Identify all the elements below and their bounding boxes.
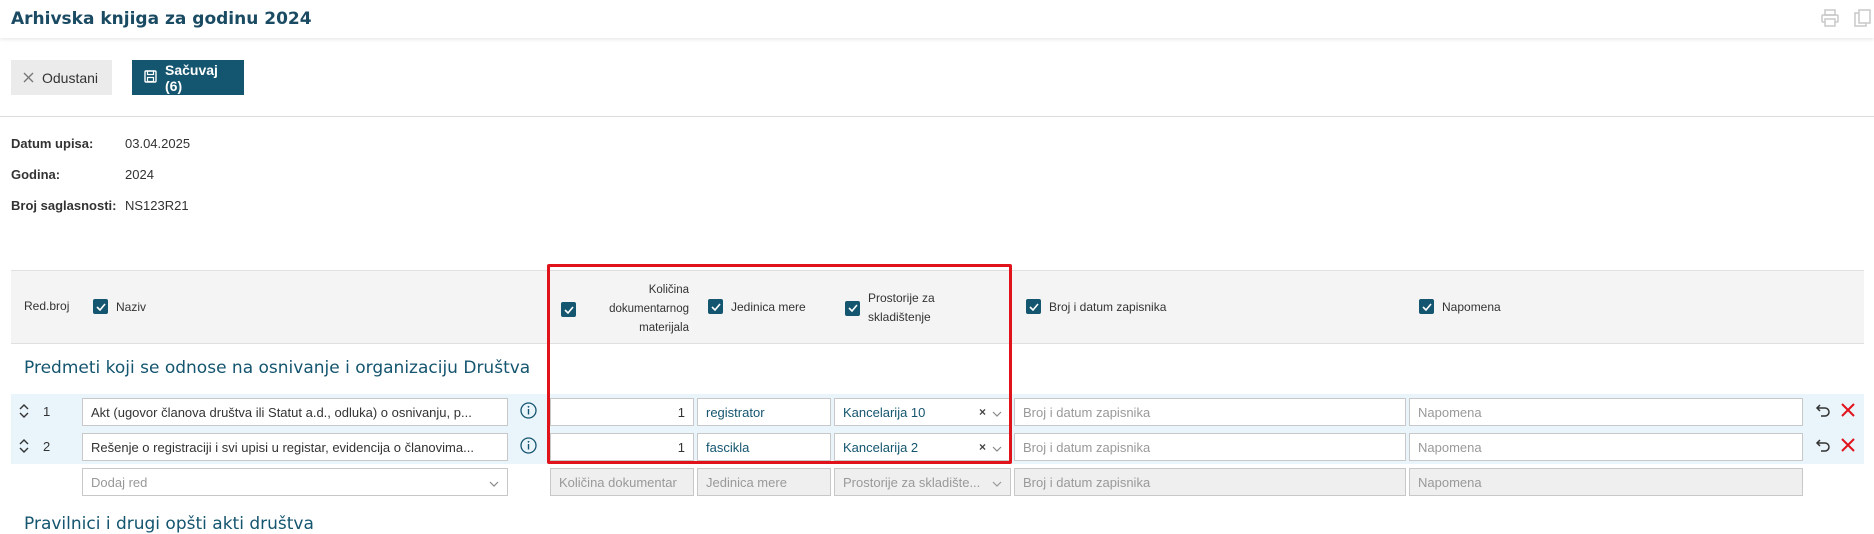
napomena-input[interactable]: Napomena (1409, 398, 1803, 426)
delete-icon[interactable] (1840, 437, 1856, 453)
kolicina-input[interactable]: 1 (550, 433, 694, 461)
add-row-prostorije: Prostorije za skladište... (834, 468, 1011, 496)
naziv-value: Rešenje o registraciji i svi upisi u reg… (91, 439, 474, 455)
save-button[interactable]: Sačuvaj (6) (132, 60, 244, 95)
prostorije-select[interactable]: Kancelarija 10 × (834, 398, 1011, 426)
info-label: Broj saglasnosti: (11, 198, 117, 213)
clear-icon[interactable]: × (979, 440, 986, 454)
chevron-down-icon (992, 477, 1002, 487)
kolicina-placeholder: Količina dokumentar (559, 474, 677, 490)
column-header-red-broj: Red.broj (24, 299, 69, 313)
checkbox-checked-icon[interactable] (1026, 299, 1041, 314)
broj-datum-input[interactable]: Broj i datum zapisnika (1014, 433, 1406, 461)
naziv-value: Akt (ugovor članova društva ili Statut a… (91, 404, 472, 420)
column-header-naziv: Naziv (93, 299, 146, 314)
napomena-placeholder: Napomena (1418, 439, 1482, 455)
naziv-select[interactable]: Akt (ugovor članova društva ili Statut a… (82, 398, 508, 426)
column-header-napomena: Napomena (1419, 299, 1501, 314)
grid-header: Red.broj Naziv Količina dokumentarnog ma… (11, 270, 1864, 344)
broj-datum-placeholder: Broj i datum zapisnika (1023, 404, 1151, 420)
checkbox-checked-icon[interactable] (845, 300, 860, 316)
row-number: 2 (43, 439, 51, 454)
broj-datum-input[interactable]: Broj i datum zapisnika (1014, 398, 1406, 426)
prostorije-placeholder: Prostorije za skladište... (843, 474, 981, 490)
info-label: Godina: (11, 167, 61, 182)
jedinica-mere-input[interactable]: registrator (697, 398, 831, 426)
add-row-napomena: Napomena (1409, 468, 1803, 496)
checkbox-checked-icon[interactable] (708, 299, 723, 314)
action-toolbar: Odustani Sačuvaj (6) (11, 60, 244, 95)
broj-datum-placeholder: Broj i datum zapisnika (1023, 474, 1151, 490)
copy-icon[interactable] (1854, 9, 1874, 27)
jedinica-mere-value: registrator (706, 404, 765, 420)
clear-icon[interactable]: × (979, 405, 986, 419)
prostorije-value: Kancelarija 2 (843, 439, 919, 455)
napomena-placeholder: Napomena (1418, 474, 1482, 490)
info-value: NS123R21 (125, 198, 189, 213)
column-header-broj-datum: Broj i datum zapisnika (1026, 299, 1166, 314)
top-bar: Arhivska knjiga za godinu 2024 (0, 0, 1874, 38)
prostorije-value: Kancelarija 10 (843, 404, 926, 420)
delete-icon[interactable] (1840, 402, 1856, 418)
info-row-broj-saglasnosti: Broj saglasnosti: NS123R21 (11, 198, 190, 229)
checkbox-checked-icon[interactable] (93, 299, 108, 314)
info-icon[interactable] (520, 437, 537, 454)
column-header-jedinica: Jedinica mere (708, 299, 806, 314)
row-number: 1 (43, 404, 51, 419)
jedinica-placeholder: Jedinica mere (706, 474, 787, 490)
column-label: Količina dokumentarnog materijala (609, 284, 689, 334)
add-row-kolicina: Količina dokumentar (550, 468, 694, 496)
info-value: 2024 (125, 167, 154, 182)
print-icon[interactable] (1820, 9, 1840, 27)
checkbox-checked-icon[interactable] (1419, 299, 1434, 314)
column-label: Prostorije za skladištenje (868, 291, 935, 324)
jedinica-mere-input[interactable]: fascikla (697, 433, 831, 461)
cancel-button[interactable]: Odustani (11, 60, 112, 95)
napomena-input[interactable]: Napomena (1409, 433, 1803, 461)
column-label: Naziv (116, 299, 147, 314)
info-row-datum: Datum upisa: 03.04.2025 (11, 136, 190, 167)
section-title: Pravilnici i drugi opšti akti društva (24, 514, 314, 534)
add-row-select[interactable]: Dodaj red (82, 468, 508, 496)
add-row-broj-datum: Broj i datum zapisnika (1014, 468, 1406, 496)
kolicina-value: 1 (677, 439, 685, 455)
chevron-down-icon[interactable] (992, 442, 1002, 452)
undo-icon[interactable] (1815, 437, 1831, 453)
close-icon (23, 70, 34, 86)
section-title: Predmeti koji se odnose na osnivanje i o… (24, 358, 531, 378)
add-row-placeholder: Dodaj red (91, 474, 148, 490)
undo-icon[interactable] (1815, 402, 1831, 418)
prostorije-select[interactable]: Kancelarija 2 × (834, 433, 1011, 461)
column-header-prostorije: Prostorije za skladištenje (845, 289, 963, 327)
broj-datum-placeholder: Broj i datum zapisnika (1023, 439, 1151, 455)
save-button-label: Sačuvaj (6) (165, 61, 218, 94)
info-icon[interactable] (520, 402, 537, 419)
page-title: Arhivska knjiga za godinu 2024 (11, 9, 312, 29)
sort-handle-icon[interactable] (18, 404, 30, 418)
add-row-jedinica: Jedinica mere (697, 468, 831, 496)
checkbox-checked-icon[interactable] (561, 302, 576, 317)
save-icon (144, 69, 157, 86)
info-label: Datum upisa: (11, 136, 94, 151)
column-label: Jedinica mere (731, 299, 806, 314)
napomena-placeholder: Napomena (1418, 404, 1482, 420)
chevron-down-icon[interactable] (489, 477, 499, 487)
divider (0, 116, 1874, 117)
column-label: Red.broj (24, 299, 70, 313)
kolicina-value: 1 (677, 404, 685, 420)
jedinica-mere-value: fascikla (706, 439, 750, 455)
column-label: Broj i datum zapisnika (1049, 299, 1167, 314)
kolicina-input[interactable]: 1 (550, 398, 694, 426)
top-icons (1820, 9, 1874, 27)
chevron-down-icon[interactable] (992, 407, 1002, 417)
document-info: Datum upisa: 03.04.2025 Godina: 2024 Bro… (11, 136, 190, 229)
sort-handle-icon[interactable] (18, 439, 30, 453)
column-header-kolicina: Količina dokumentarnog materijala (561, 281, 689, 338)
info-row-godina: Godina: 2024 (11, 167, 190, 198)
cancel-button-label: Odustani (42, 69, 99, 86)
column-label: Napomena (1442, 299, 1501, 314)
naziv-select[interactable]: Rešenje o registraciji i svi upisi u reg… (82, 433, 508, 461)
info-value: 03.04.2025 (125, 136, 191, 151)
